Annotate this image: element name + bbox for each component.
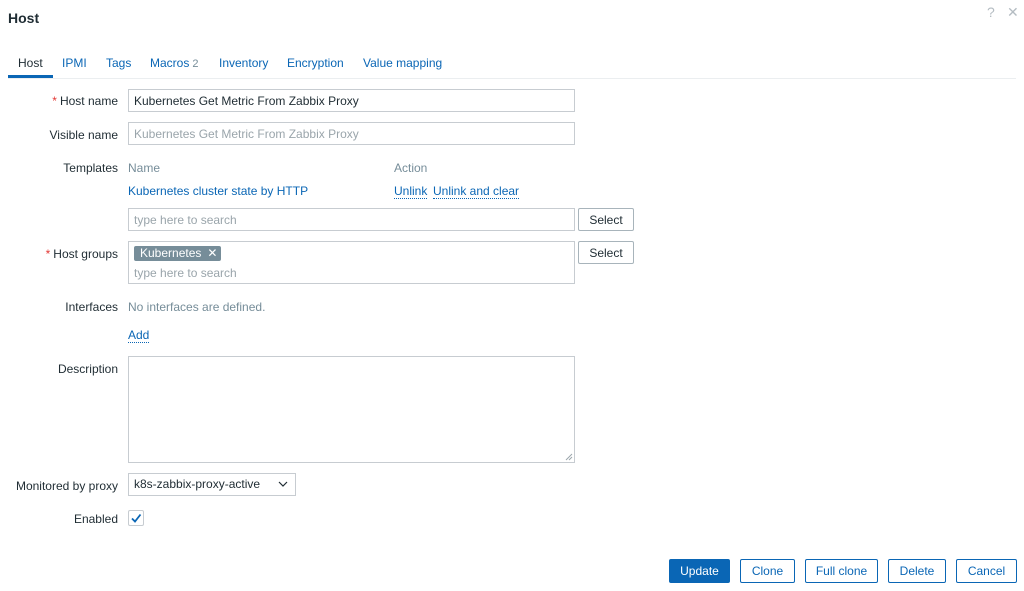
host-name-input[interactable] bbox=[128, 89, 575, 112]
host-group-chip-label: Kubernetes bbox=[140, 246, 202, 260]
proxy-select[interactable]: k8s-zabbix-proxy-active bbox=[128, 473, 296, 496]
host-groups-select-button[interactable]: Select bbox=[578, 241, 634, 264]
visible-name-input[interactable] bbox=[128, 122, 575, 145]
host-groups-label: * Host groups bbox=[45, 247, 118, 261]
tab-tags[interactable]: Tags bbox=[106, 56, 131, 70]
cancel-button[interactable]: Cancel bbox=[956, 559, 1017, 583]
tab-host[interactable]: Host bbox=[18, 56, 43, 70]
tab-macros-label: Macros bbox=[150, 56, 190, 70]
templates-col-action: Action bbox=[394, 161, 428, 175]
tab-bar: Host IPMI Tags Macros 2 Inventory Encrypt… bbox=[8, 52, 1016, 79]
enabled-label: Enabled bbox=[73, 512, 118, 526]
chip-remove-icon[interactable]: ✕ bbox=[207, 246, 217, 260]
visible-name-label: Visible name bbox=[49, 128, 118, 142]
help-icon[interactable]: ? bbox=[987, 4, 995, 20]
add-interface-link[interactable]: Add bbox=[128, 328, 150, 343]
description-label: Description bbox=[57, 362, 118, 376]
template-name-link[interactable]: Kubernetes cluster state by HTTP bbox=[128, 184, 308, 198]
host-groups-search-placeholder[interactable]: type here to search bbox=[134, 266, 237, 280]
host-name-label: * Host name bbox=[52, 94, 118, 108]
checkmark-icon bbox=[131, 513, 142, 523]
dialog-title: Host bbox=[8, 10, 40, 26]
host-group-chip: Kubernetes ✕ bbox=[134, 246, 222, 261]
unlink-and-clear-link[interactable]: Unlink and clear bbox=[433, 184, 520, 199]
clone-button[interactable]: Clone bbox=[740, 559, 795, 583]
close-icon[interactable]: ✕ bbox=[1007, 4, 1019, 21]
templates-select-button[interactable]: Select bbox=[578, 208, 634, 231]
resize-grip-icon[interactable] bbox=[565, 453, 573, 461]
chevron-down-icon bbox=[278, 481, 288, 487]
host-groups-multiselect[interactable]: Kubernetes ✕ type here to search bbox=[128, 241, 575, 284]
unlink-link[interactable]: Unlink bbox=[394, 184, 428, 199]
required-marker: * bbox=[45, 247, 51, 261]
update-button[interactable]: Update bbox=[669, 559, 730, 583]
delete-button[interactable]: Delete bbox=[888, 559, 946, 583]
templates-col-name: Name bbox=[128, 161, 161, 175]
active-tab-indicator bbox=[8, 75, 53, 78]
enabled-checkbox[interactable] bbox=[128, 510, 144, 526]
full-clone-button[interactable]: Full clone bbox=[805, 559, 878, 583]
macros-count-badge: 2 bbox=[192, 58, 199, 70]
tab-inventory[interactable]: Inventory bbox=[219, 56, 268, 70]
templates-label: Templates bbox=[63, 161, 118, 175]
tab-value-mapping[interactable]: Value mapping bbox=[363, 56, 442, 70]
proxy-select-value: k8s-zabbix-proxy-active bbox=[134, 477, 261, 491]
tab-macros[interactable]: Macros 2 bbox=[150, 56, 198, 70]
description-textarea[interactable] bbox=[128, 356, 575, 463]
required-marker: * bbox=[52, 94, 57, 108]
templates-search-input[interactable] bbox=[128, 208, 575, 231]
tab-ipmi[interactable]: IPMI bbox=[62, 56, 87, 70]
interfaces-label: Interfaces bbox=[65, 300, 118, 314]
interfaces-empty-text: No interfaces are defined. bbox=[128, 300, 266, 314]
tab-encryption[interactable]: Encryption bbox=[287, 56, 344, 70]
monitored-by-proxy-label: Monitored by proxy bbox=[15, 479, 118, 493]
